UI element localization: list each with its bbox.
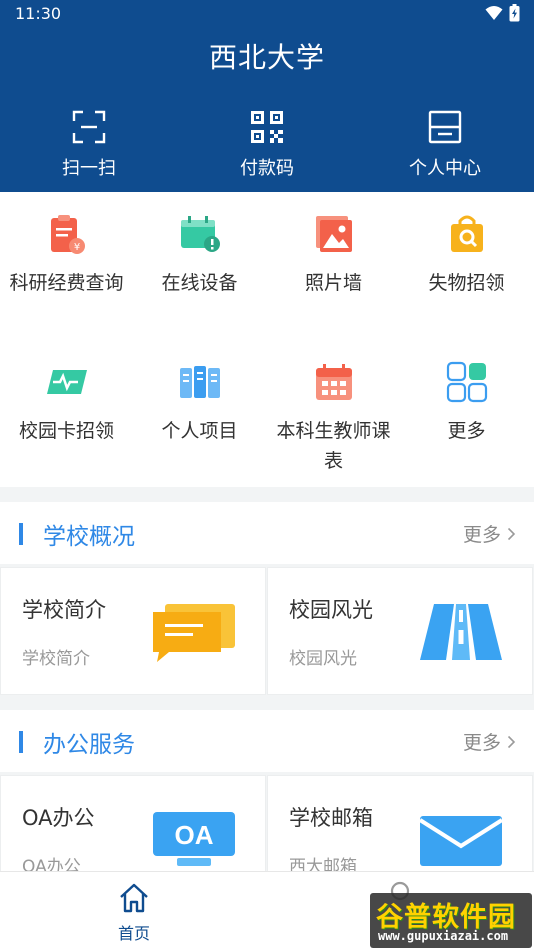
qr-code-icon: [251, 111, 283, 143]
grid-label: 照片墙: [304, 272, 362, 294]
grid-label: 更多: [447, 420, 486, 442]
research-funds-icon: ¥: [50, 215, 85, 254]
card-title: 学校简介: [22, 598, 106, 622]
section-accent-bar: [19, 731, 23, 753]
mail-icon: [418, 816, 504, 866]
card-title: 学校邮箱: [289, 806, 373, 830]
status-time: 11:30: [15, 4, 62, 23]
card-subtitle: 学校简介: [22, 649, 90, 669]
tab-home-label: 首页: [117, 924, 150, 943]
grid-label: 科研经费查询: [9, 272, 124, 294]
grid-label: 本科生教师课表: [276, 420, 391, 472]
card-title: OA办公: [22, 806, 95, 830]
section-title: 学校概况: [43, 524, 135, 550]
payment-code-button[interactable]: 付款码: [178, 110, 356, 180]
section-header-school-overview: 学校概况 更多: [0, 502, 534, 564]
status-icons: [485, 4, 520, 22]
section-title: 办公服务: [43, 732, 135, 758]
grid-item-online-device[interactable]: 在线设备: [133, 212, 266, 298]
section-cards-school-overview: 学校简介 学校简介 校园风光 校园风光: [0, 567, 534, 695]
section-more-link[interactable]: 更多: [463, 520, 516, 547]
header: 11:30 西北大学 扫一扫 付款码 个人中心: [0, 0, 534, 192]
chevron-right-icon: [507, 527, 516, 540]
projects-icon: [179, 366, 220, 398]
status-bar: 11:30: [0, 0, 534, 28]
grid-item-campus-card[interactable]: 校园卡招领: [0, 360, 133, 446]
app-screen: 11:30 西北大学 扫一扫 付款码 个人中心 ¥ 科研经费查询 在线设备 照片…: [0, 0, 534, 950]
card-subtitle: 校园风光: [289, 649, 357, 669]
grid-item-research-funds[interactable]: ¥ 科研经费查询: [0, 212, 133, 298]
svg-text:¥: ¥: [73, 242, 79, 253]
inbox-icon: [428, 110, 462, 144]
grid-item-more[interactable]: 更多: [400, 360, 533, 446]
card-school-intro[interactable]: 学校简介 学校简介: [0, 567, 266, 695]
road-icon: [420, 604, 502, 660]
wifi-icon: [485, 6, 503, 20]
scan-icon: [72, 110, 106, 144]
section-header-office-services: 办公服务 更多: [0, 710, 534, 772]
section-more-link[interactable]: 更多: [463, 728, 516, 755]
function-grid: ¥ 科研经费查询 在线设备 照片墙 失物招领 校园卡招领 个人项目 本科生教师课…: [0, 192, 534, 487]
grid-item-timetable[interactable]: 本科生教师课表: [267, 360, 400, 476]
grid-label: 个人项目: [161, 420, 238, 442]
timetable-icon: [315, 364, 352, 400]
chat-bubbles-icon: [153, 604, 235, 662]
grid-label: 在线设备: [161, 272, 238, 294]
personal-center-button[interactable]: 个人中心: [356, 110, 534, 180]
scan-label: 扫一扫: [62, 158, 116, 179]
svg-text:OA: OA: [175, 820, 214, 850]
grid-item-photo-wall[interactable]: 照片墙: [267, 212, 400, 298]
photo-wall-icon: [315, 216, 352, 252]
chevron-right-icon: [507, 735, 516, 748]
campus-card-icon: [46, 370, 87, 394]
grid-item-lost-found[interactable]: 失物招领: [400, 212, 533, 298]
page-title: 西北大学: [208, 41, 325, 74]
battery-icon: [509, 4, 520, 22]
oa-monitor-icon: OA: [153, 812, 235, 866]
more-label: 更多: [462, 524, 501, 546]
card-campus-scenery[interactable]: 校园风光 校园风光: [267, 567, 533, 695]
section-accent-bar: [19, 523, 23, 545]
personal-center-label: 个人中心: [409, 158, 481, 179]
home-icon: [120, 883, 148, 913]
site-watermark: 谷普软件园 www.gupuxiazai.com: [370, 893, 532, 948]
online-device-icon: [180, 216, 220, 252]
watermark-url: www.gupuxiazai.com: [378, 929, 509, 943]
scan-button[interactable]: 扫一扫: [0, 110, 178, 180]
tab-home[interactable]: 首页: [95, 882, 173, 944]
more-label: 更多: [462, 732, 501, 754]
payment-code-label: 付款码: [240, 158, 294, 179]
grid-label: 校园卡招领: [18, 420, 114, 442]
grid-item-projects[interactable]: 个人项目: [133, 360, 266, 446]
more-apps-icon: [446, 361, 487, 403]
lost-found-icon: [450, 215, 483, 252]
card-title: 校园风光: [289, 598, 373, 622]
grid-label: 失物招领: [428, 272, 505, 294]
